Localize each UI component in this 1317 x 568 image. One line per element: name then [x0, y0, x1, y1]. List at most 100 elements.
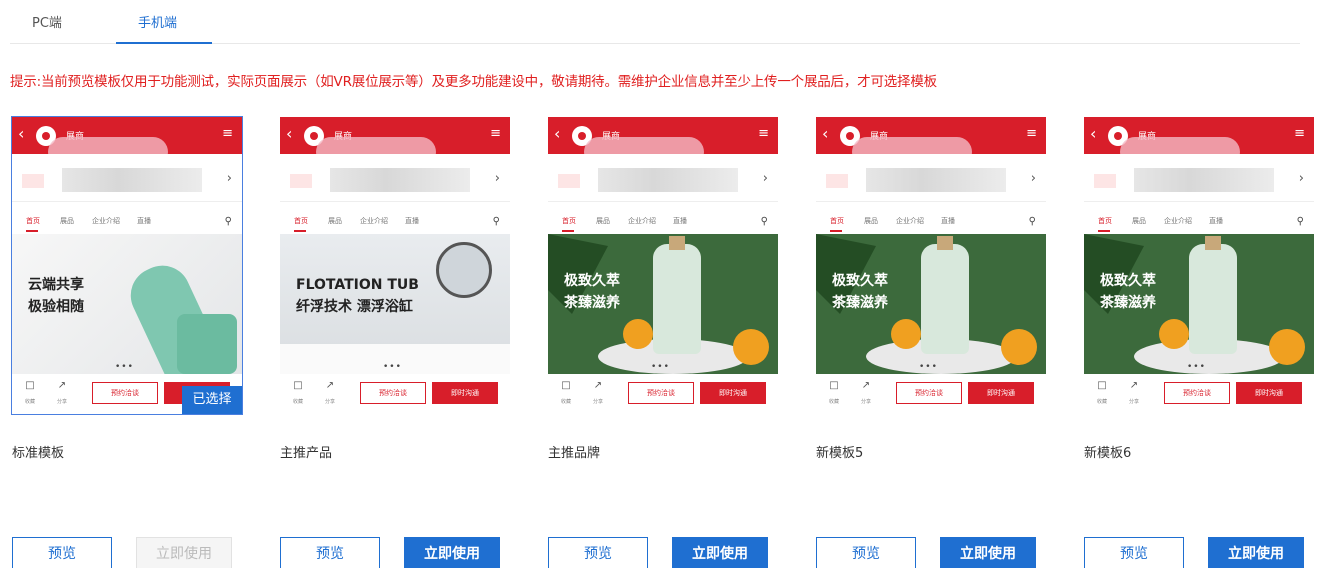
preview-button[interactable]: 预览 [816, 537, 916, 568]
phone-nav-item: 首页 [294, 217, 308, 225]
banner-line: 极致久萃 [832, 273, 888, 289]
chevron-right-icon: › [1030, 171, 1036, 186]
phone-nav-item: 企业介绍 [896, 217, 924, 225]
banner-text: 极致久萃 茶臻滋养 [832, 270, 888, 314]
bottle-graphic [921, 236, 969, 354]
orange-graphic [1001, 329, 1037, 365]
footer-caption: 分享 [860, 399, 871, 405]
phone-nav: 首页 展品 企业介绍 直播 ⚲ [548, 205, 778, 233]
footer-caption: 分享 [56, 399, 67, 405]
chat-button: 即时沟通 [968, 382, 1034, 404]
search-icon: ⚲ [760, 216, 768, 227]
preview-button[interactable]: 预览 [12, 537, 112, 568]
chevron-left-icon: ‹ [18, 124, 25, 143]
template-card[interactable]: ‹ 展商 ≡ › 首页展品企业介绍直播 ⚲ [1084, 117, 1314, 568]
share-icon: ↗ [593, 380, 603, 391]
footer-caption: 分享 [1128, 399, 1139, 405]
banner-text: 云端共享 极验相随 [28, 274, 84, 318]
phone-preview[interactable]: ‹ 展商 ≡ › 首页展品企业介绍直播 ⚲ [280, 117, 510, 414]
bookmark-icon: □ [561, 380, 571, 391]
active-tab-indicator [116, 42, 212, 44]
phone-preview[interactable]: ‹ 展商 ≡ › 首页展品企业介绍直播 ⚲ [548, 117, 778, 414]
tab-bar: PC端 手机端 [10, 0, 1300, 44]
bookmark-icon: □ [293, 380, 303, 391]
banner-line: 茶臻滋养 [832, 295, 888, 311]
banner-line: 云端共享 [28, 277, 84, 293]
phone-nav-item: 展品 [60, 217, 74, 225]
preview-button[interactable]: 预览 [548, 537, 648, 568]
footer-caption: 收藏 [1096, 399, 1107, 405]
phone-nav: 首页 展品 企业介绍 直播 ⚲ [12, 205, 242, 233]
bottle-graphic [653, 236, 701, 354]
carousel-dots: ••• [1187, 362, 1206, 372]
template-card[interactable]: ‹ 展商 ≡ › 首页展品企业介绍直播 ⚲ [11, 116, 243, 568]
tab-mobile[interactable]: 手机端 [138, 12, 177, 31]
appointment-button: 预约洽谈 [896, 382, 962, 404]
banner-line: 极验相随 [28, 299, 84, 315]
phone-preview[interactable]: ‹ 展商 ≡ › 首页展品企业介绍直播 ⚲ [11, 116, 243, 415]
company-name-blurred [598, 168, 738, 192]
template-card[interactable]: ‹ 展商 ≡ › 首页展品企业介绍直播 ⚲ [816, 117, 1046, 568]
use-now-button[interactable]: 立即使用 [404, 537, 500, 568]
search-icon: ⚲ [1028, 216, 1036, 227]
banner-line: 极致久萃 [1100, 273, 1156, 289]
banner-text: 极致久萃 茶臻滋养 [564, 270, 620, 314]
search-icon: ⚲ [224, 216, 232, 227]
chevron-left-icon: ‹ [1090, 124, 1097, 143]
footer-caption: 收藏 [828, 399, 839, 405]
phone-nav-indicator [562, 230, 574, 232]
menu-icon: ≡ [1026, 126, 1037, 141]
chat-button: 即时沟通 [432, 382, 498, 404]
template-name: 标准模板 [12, 446, 65, 461]
template-name: 主推产品 [280, 446, 333, 461]
company-name-blurred [1134, 168, 1274, 192]
phone-nav-item: 直播 [137, 217, 151, 225]
carousel-dots: ••• [383, 362, 402, 372]
orange-graphic [891, 319, 921, 349]
phone-nav-indicator [1098, 230, 1110, 232]
banner-line: 茶臻滋养 [1100, 295, 1156, 311]
tab-pc[interactable]: PC端 [32, 12, 62, 31]
chevron-left-icon: ‹ [822, 124, 829, 143]
phone-footer: □ 收藏 ↗ 分享 预约洽谈 即时沟通 [548, 374, 778, 414]
orange-graphic [1269, 329, 1305, 365]
company-logo [22, 174, 44, 188]
company-name-blurred [866, 168, 1006, 192]
orange-graphic [1159, 319, 1189, 349]
share-icon: ↗ [325, 380, 335, 391]
company-bar: › [12, 154, 242, 202]
banner-text: FLOTATION TUB 纤浮技术 漂浮浴缸 [296, 274, 419, 318]
footer-caption: 分享 [592, 399, 603, 405]
preview-button[interactable]: 预览 [1084, 537, 1184, 568]
appointment-button: 预约洽谈 [1164, 382, 1230, 404]
preview-button[interactable]: 预览 [280, 537, 380, 568]
use-now-button[interactable]: 立即使用 [136, 537, 232, 568]
company-logo [1094, 174, 1116, 188]
banner-line: 极致久萃 [564, 273, 620, 289]
company-bar: › [548, 154, 778, 202]
use-now-button[interactable]: 立即使用 [1208, 537, 1304, 568]
orange-graphic [733, 329, 769, 365]
phone-nav-item: 企业介绍 [360, 217, 388, 225]
company-logo [826, 174, 848, 188]
phone-preview[interactable]: ‹ 展商 ≡ › 首页展品企业介绍直播 ⚲ [1084, 117, 1314, 414]
company-name-blurred [62, 168, 202, 192]
notice-text: 提示:当前预览模板仅用于功能测试，实际页面展示（如VR展位展示等）及更多功能建设… [10, 74, 937, 90]
template-card[interactable]: ‹ 展商 ≡ › 首页展品企业介绍直播 ⚲ [548, 117, 778, 568]
menu-icon: ≡ [222, 126, 233, 141]
phone-preview[interactable]: ‹ 展商 ≡ › 首页展品企业介绍直播 ⚲ [816, 117, 1046, 414]
template-card[interactable]: ‹ 展商 ≡ › 首页展品企业介绍直播 ⚲ [280, 117, 510, 568]
share-icon: ↗ [57, 380, 67, 391]
company-bar: › [1084, 154, 1314, 202]
phone-footer: □ 收藏 ↗ 分享 预约洽谈 即时沟通 [280, 374, 510, 414]
use-now-button[interactable]: 立即使用 [672, 537, 768, 568]
use-now-button[interactable]: 立即使用 [940, 537, 1036, 568]
phone-nav-indicator [26, 230, 38, 232]
phone-nav-item: 展品 [864, 217, 878, 225]
phone-nav-indicator [294, 230, 306, 232]
company-logo [290, 174, 312, 188]
banner-text: 极致久萃 茶臻滋养 [1100, 270, 1156, 314]
phone-nav-item: 首页 [1098, 217, 1112, 225]
phone-banner: 极致久萃 茶臻滋养 ••• [1084, 234, 1314, 374]
phone-nav-item: 展品 [1132, 217, 1146, 225]
